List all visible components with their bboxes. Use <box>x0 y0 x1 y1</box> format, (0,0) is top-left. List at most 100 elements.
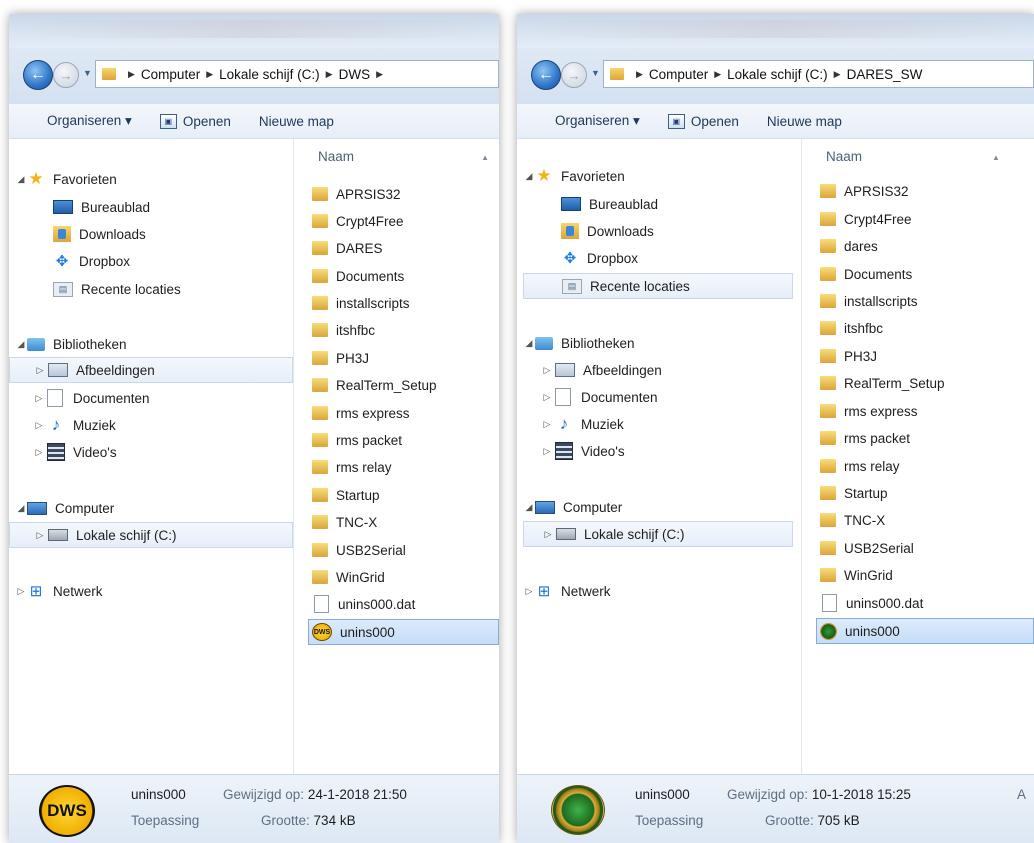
forward-button[interactable]: → <box>53 62 79 88</box>
address-bar[interactable]: ▶ Computer ▶ Lokale schijf (C:) ▶ DARES_… <box>603 60 1034 88</box>
collapsed-icon[interactable]: ▷ <box>523 586 535 597</box>
title-bar[interactable] <box>9 14 499 48</box>
folder-row[interactable]: WinGrid <box>312 564 499 590</box>
folder-row[interactable]: RealTerm_Setup <box>820 370 1034 396</box>
folder-row[interactable]: USB2Serial <box>820 535 1034 561</box>
folder-row[interactable]: rms relay <box>312 454 499 480</box>
back-button[interactable]: ← <box>23 60 53 90</box>
nav-favorites[interactable]: ◢ ★ Favorieten <box>517 163 801 189</box>
folder-row[interactable]: Documents <box>312 263 499 289</box>
folder-row[interactable]: USB2Serial <box>312 537 499 563</box>
breadcrumb-computer[interactable]: Computer <box>141 67 200 82</box>
folder-row[interactable]: rms packet <box>820 425 1034 451</box>
nav-recent[interactable]: ▤ Recente locaties <box>523 273 793 299</box>
folder-row[interactable]: itshfbc <box>312 317 499 343</box>
folder-row[interactable]: rms express <box>820 398 1034 424</box>
organize-button[interactable]: Organiseren ▾ <box>47 113 132 129</box>
file-row[interactable]: unins000.dat <box>820 590 1034 616</box>
nav-documents[interactable]: ▷ Documenten <box>517 384 801 410</box>
folder-row[interactable]: RealTerm_Setup <box>312 372 499 398</box>
breadcrumb-computer[interactable]: Computer <box>649 67 708 82</box>
expanded-icon[interactable]: ◢ <box>523 338 535 349</box>
breadcrumb-local-disk[interactable]: Lokale schijf (C:) <box>727 67 828 82</box>
collapsed-icon[interactable]: ▷ <box>541 365 553 376</box>
nav-network[interactable]: ▷ ⊞ Netwerk <box>517 578 801 604</box>
nav-videos[interactable]: ▷ Video's <box>517 438 801 464</box>
nav-desktop[interactable]: Bureaublad <box>9 194 293 220</box>
nav-favorites[interactable]: ◢ ★ Favorieten <box>9 166 293 192</box>
folder-row[interactable]: rms relay <box>820 453 1034 479</box>
folder-row[interactable]: Startup <box>312 482 499 508</box>
folder-row[interactable]: Documents <box>820 261 1034 287</box>
organize-button[interactable]: Organiseren ▾ <box>555 113 640 129</box>
column-header-name[interactable]: Naam <box>826 149 862 164</box>
nav-computer[interactable]: ◢ Computer <box>9 495 293 521</box>
folder-row[interactable]: DARES <box>312 235 499 261</box>
new-folder-button[interactable]: Nieuwe map <box>259 114 334 129</box>
file-row[interactable]: unins000.dat <box>312 591 499 617</box>
expanded-icon[interactable]: ◢ <box>15 174 27 185</box>
nav-computer[interactable]: ◢ Computer <box>517 494 801 520</box>
expanded-icon[interactable]: ◢ <box>15 339 27 350</box>
breadcrumb-local-disk[interactable]: Lokale schijf (C:) <box>219 67 320 82</box>
collapsed-icon[interactable]: ▷ <box>33 420 45 431</box>
nav-local-disk[interactable]: ▷ Lokale schijf (C:) <box>9 522 293 548</box>
folder-row[interactable]: dares <box>820 233 1034 259</box>
collapsed-icon[interactable]: ▷ <box>15 586 27 597</box>
folder-row[interactable]: WinGrid <box>820 562 1034 588</box>
chevron-right-icon[interactable]: ▶ <box>376 69 383 80</box>
collapsed-icon[interactable]: ▷ <box>541 446 553 457</box>
chevron-right-icon[interactable]: ▶ <box>128 69 135 80</box>
expanded-icon[interactable]: ◢ <box>523 502 535 513</box>
nav-recent[interactable]: ▤ Recente locaties <box>9 276 293 302</box>
nav-local-disk[interactable]: ▷ Lokale schijf (C:) <box>523 521 793 547</box>
nav-pictures[interactable]: ▷ Afbeeldingen <box>9 357 293 383</box>
folder-row[interactable]: PH3J <box>312 345 499 371</box>
nav-dropbox[interactable]: ✥ Dropbox <box>517 245 801 271</box>
chevron-right-icon[interactable]: ▶ <box>834 69 841 80</box>
folder-row[interactable]: installscripts <box>312 290 499 316</box>
folder-row[interactable]: Startup <box>820 480 1034 506</box>
chevron-right-icon[interactable]: ▶ <box>636 69 643 80</box>
open-button[interactable]: ▣ Openen <box>159 113 231 129</box>
breadcrumb-current-folder[interactable]: DARES_SW <box>847 67 923 82</box>
nav-downloads[interactable]: Downloads <box>9 221 293 247</box>
nav-music[interactable]: ▷ ♪ Muziek <box>517 411 801 437</box>
folder-row[interactable]: TNC-X <box>820 507 1034 533</box>
breadcrumb-current-folder[interactable]: DWS <box>339 67 371 82</box>
chevron-right-icon[interactable]: ▶ <box>714 69 721 80</box>
file-row-selected[interactable]: DWS unins000 <box>308 619 499 645</box>
collapsed-icon[interactable]: ▷ <box>34 365 46 376</box>
nav-documents[interactable]: ▷ Documenten <box>9 385 293 411</box>
nav-pictures[interactable]: ▷ Afbeeldingen <box>517 357 801 383</box>
folder-row[interactable]: APRSIS32 <box>312 181 499 207</box>
nav-libraries[interactable]: ◢ Bibliotheken <box>9 331 293 357</box>
expanded-icon[interactable]: ◢ <box>523 171 535 182</box>
collapsed-icon[interactable]: ▷ <box>542 529 554 540</box>
collapsed-icon[interactable]: ▷ <box>541 392 553 403</box>
nav-dropbox[interactable]: ✥ Dropbox <box>9 248 293 274</box>
nav-videos[interactable]: ▷ Video's <box>9 439 293 465</box>
folder-row[interactable]: TNC-X <box>312 509 499 535</box>
folder-row[interactable]: rms express <box>312 400 499 426</box>
folder-row[interactable]: APRSIS32 <box>820 178 1034 204</box>
collapsed-icon[interactable]: ▷ <box>33 447 45 458</box>
folder-row[interactable]: Crypt4Free <box>820 206 1034 232</box>
folder-row[interactable]: rms packet <box>312 427 499 453</box>
nav-libraries[interactable]: ◢ Bibliotheken <box>517 330 801 356</box>
collapsed-icon[interactable]: ▷ <box>541 419 553 430</box>
back-button[interactable]: ← <box>531 60 561 90</box>
history-dropdown-icon[interactable]: ▼ <box>591 68 600 78</box>
file-row-selected[interactable]: unins000 <box>816 618 1034 644</box>
column-header-name[interactable]: Naam <box>318 149 354 164</box>
address-bar[interactable]: ▶ Computer ▶ Lokale schijf (C:) ▶ DWS ▶ <box>95 60 499 88</box>
collapsed-icon[interactable]: ▷ <box>34 530 46 541</box>
folder-row[interactable]: installscripts <box>820 288 1034 314</box>
forward-button[interactable]: → <box>561 62 587 88</box>
open-button[interactable]: ▣ Openen <box>667 113 739 129</box>
expanded-icon[interactable]: ◢ <box>15 503 27 514</box>
history-dropdown-icon[interactable]: ▼ <box>83 68 92 78</box>
folder-row[interactable]: itshfbc <box>820 315 1034 341</box>
chevron-right-icon[interactable]: ▶ <box>206 69 213 80</box>
title-bar[interactable] <box>517 14 1034 48</box>
